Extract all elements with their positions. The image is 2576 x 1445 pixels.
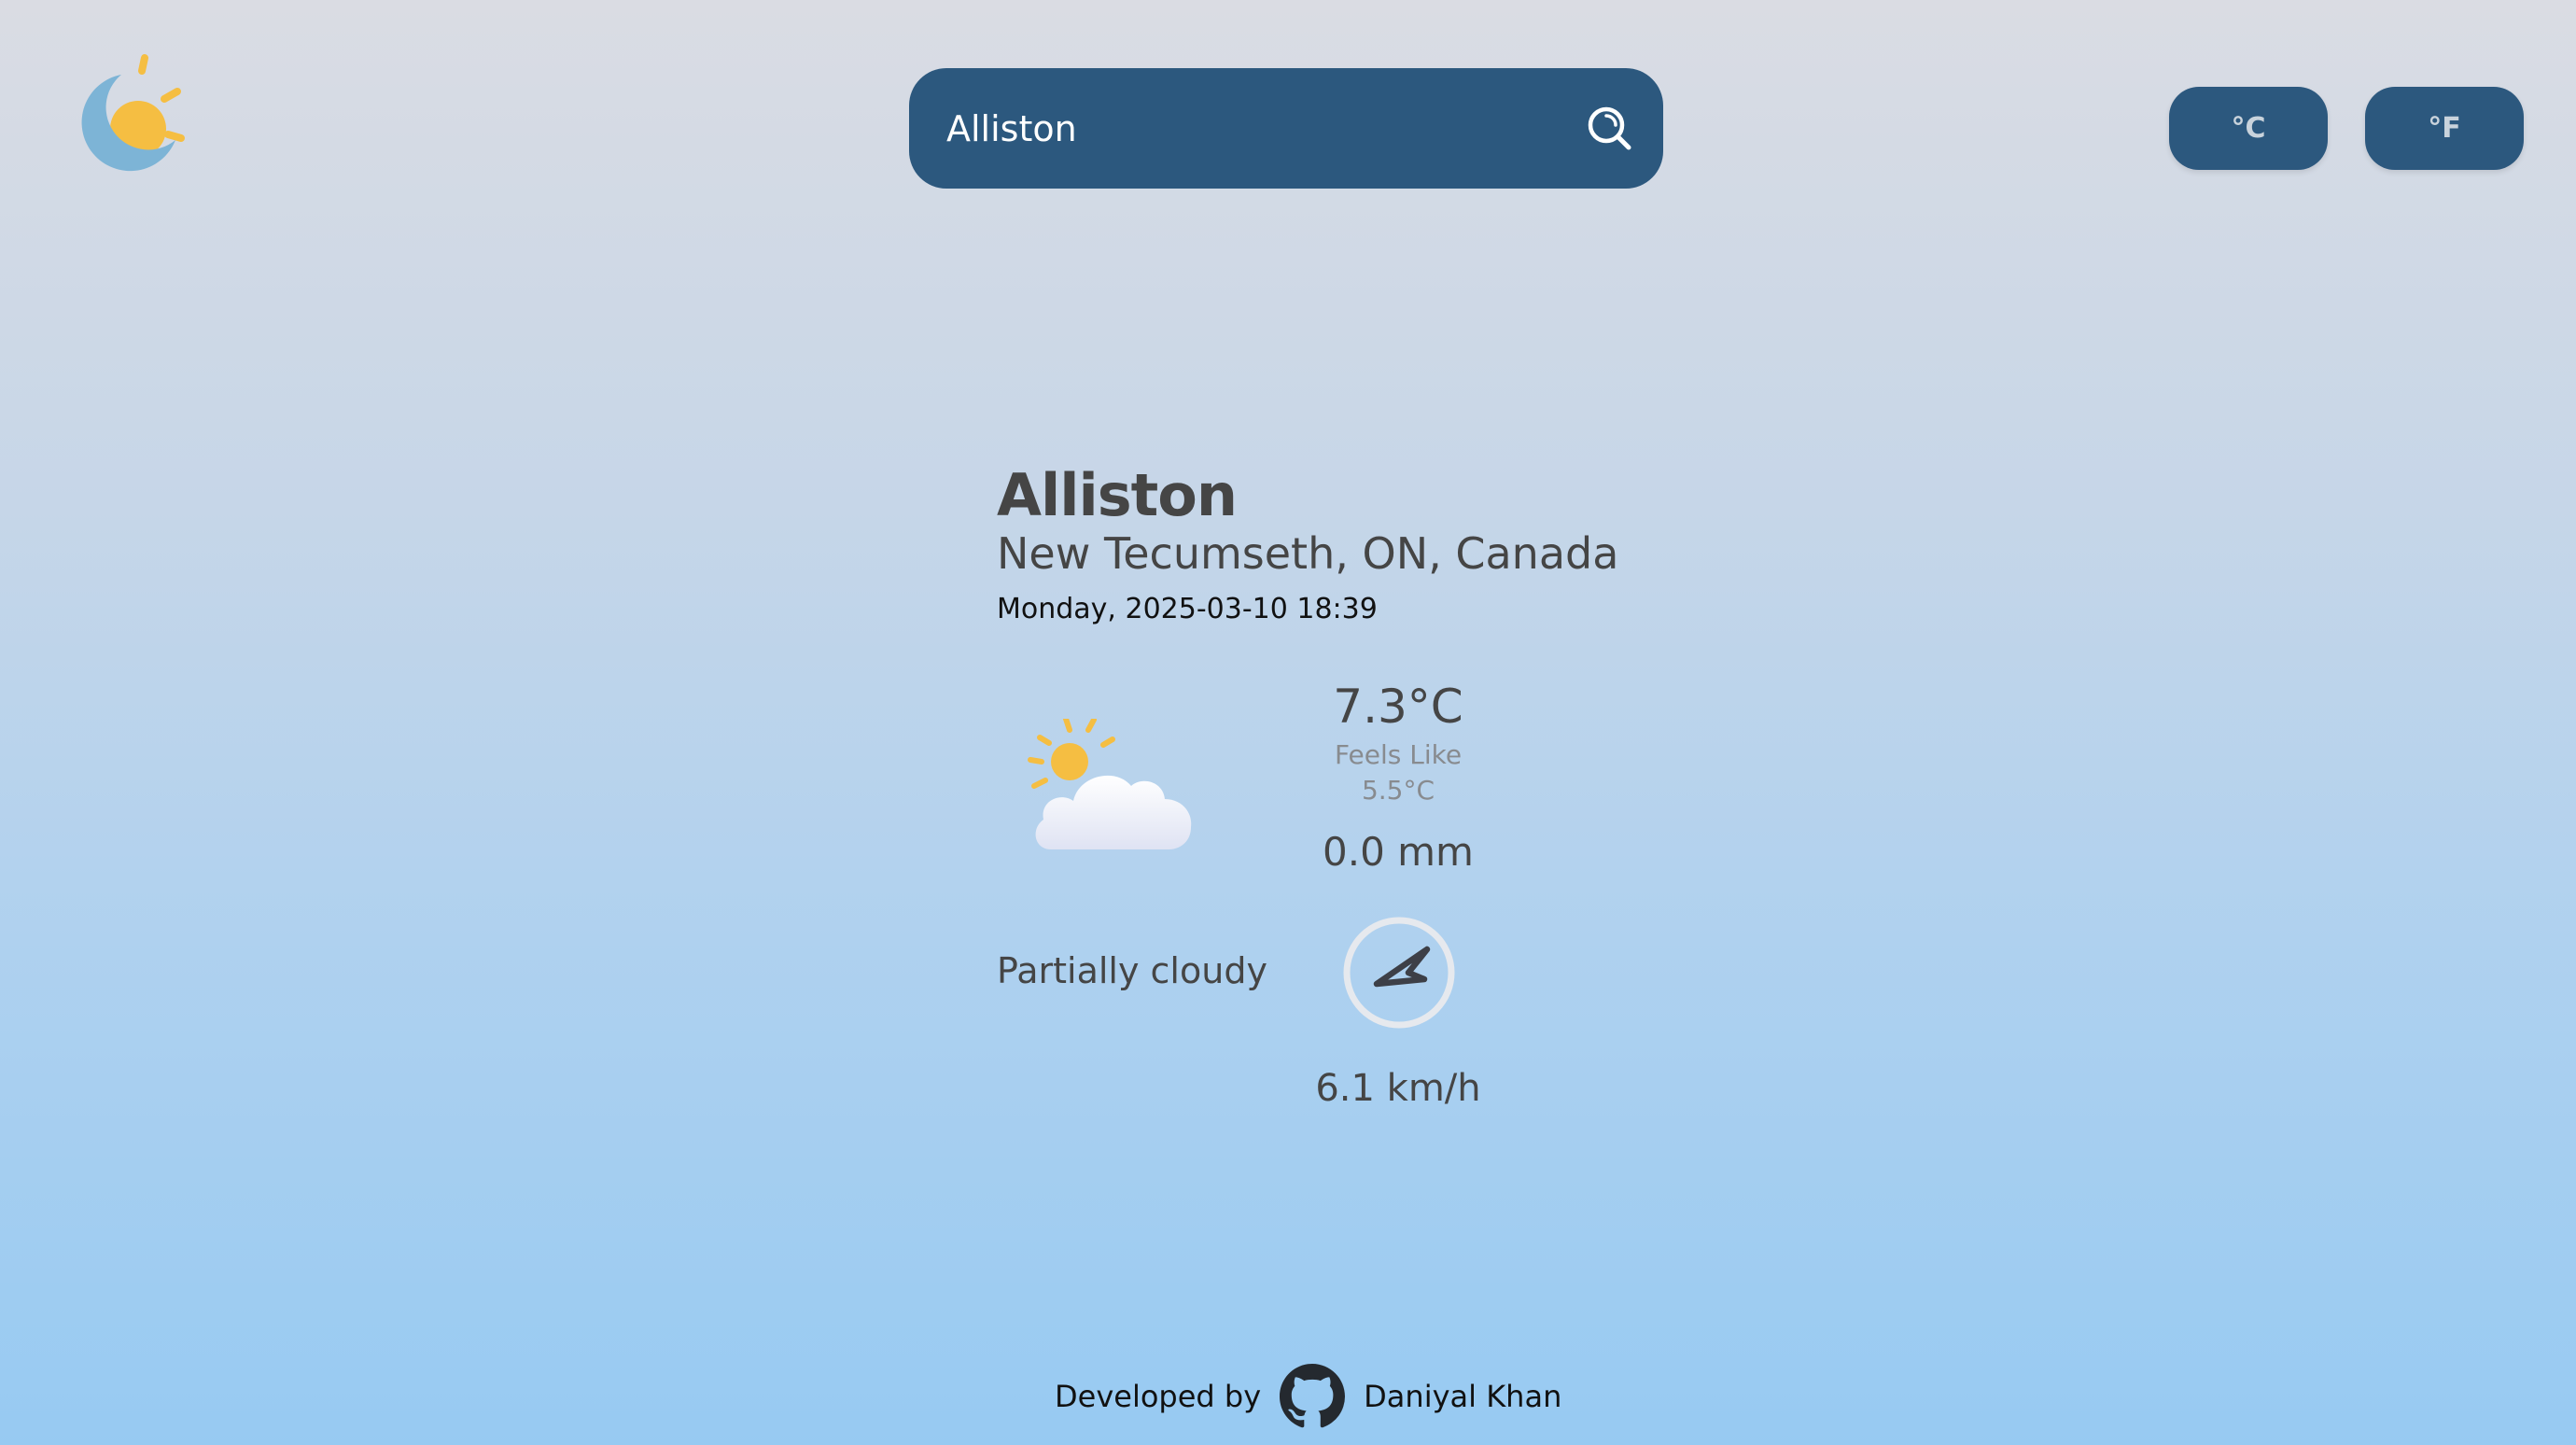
precipitation-value: 0.0 mm bbox=[1323, 829, 1474, 875]
feels-like-label: Feels Like bbox=[1334, 739, 1463, 770]
feels-like-value: 5.5°C bbox=[1361, 775, 1435, 806]
author-name[interactable]: Daniyal Khan bbox=[1364, 1379, 1561, 1414]
github-icon[interactable] bbox=[1280, 1364, 1346, 1429]
app-logo-icon bbox=[67, 49, 194, 187]
region-name: New Tecumseth, ON, Canada bbox=[997, 528, 1619, 579]
wind-speed-value: 6.1 km/h bbox=[1315, 1067, 1481, 1110]
city-name: Alliston bbox=[997, 461, 1238, 529]
temperature-value: 7.3°C bbox=[1333, 680, 1463, 734]
search-input[interactable] bbox=[946, 107, 1585, 149]
wind-dial-ring bbox=[1343, 917, 1455, 1029]
celsius-button[interactable]: °C bbox=[2169, 87, 2328, 170]
search-bar bbox=[909, 68, 1663, 189]
condition-text: Partially cloudy bbox=[997, 950, 1267, 991]
partly-cloudy-icon bbox=[1023, 719, 1210, 859]
footer: Developed by Daniyal Khan bbox=[1055, 1361, 1561, 1432]
wind-direction-arrow-icon bbox=[1373, 946, 1431, 988]
fahrenheit-button[interactable]: °F bbox=[2365, 87, 2524, 170]
wind-direction-dial bbox=[1341, 915, 1457, 1031]
local-datetime: Monday, 2025-03-10 18:39 bbox=[997, 592, 1378, 625]
location-block: Alliston New Tecumseth, ON, Canada Monda… bbox=[997, 467, 1650, 625]
developed-by-label: Developed by bbox=[1055, 1379, 1262, 1414]
search-icon[interactable] bbox=[1585, 104, 1635, 154]
